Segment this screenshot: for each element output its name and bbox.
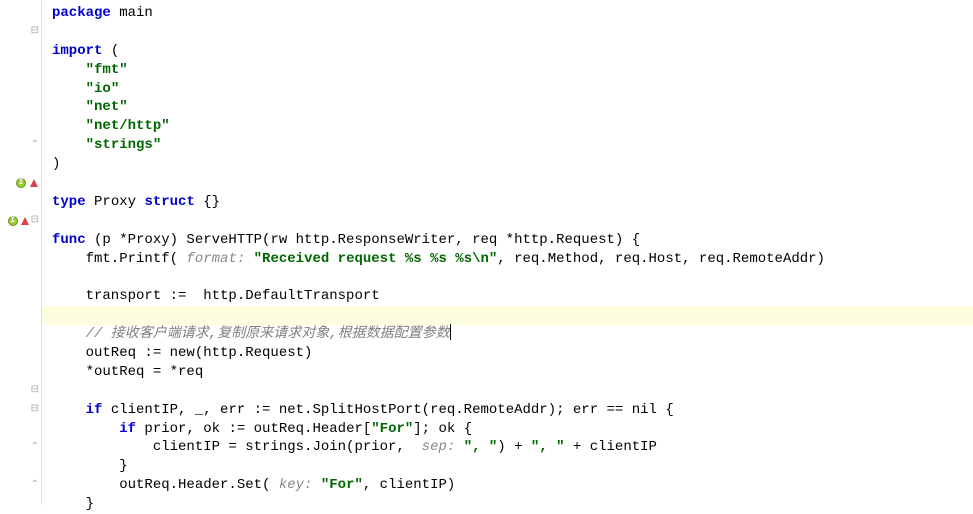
code-line[interactable]: clientIP = strings.Join(prior, sep: ", "… — [52, 438, 973, 457]
code-area[interactable]: package main import ( "fmt" "io" "net" "… — [42, 0, 973, 505]
code-line[interactable]: type Proxy struct {} — [52, 193, 973, 212]
override-up-icon[interactable] — [19, 215, 31, 227]
code-line[interactable]: if clientIP, _, err := net.SplitHostPort… — [52, 401, 973, 420]
code-line[interactable]: outReq := new(http.Request) — [52, 344, 973, 363]
code-line[interactable]: } — [52, 457, 973, 476]
fold-toggle-icon[interactable]: ⊟ — [31, 26, 39, 38]
fold-end-icon: ⌃ — [31, 441, 39, 455]
code-line[interactable]: *outReq = *req — [52, 363, 973, 382]
text-caret — [450, 324, 451, 340]
code-line[interactable]: import ( — [52, 42, 973, 61]
fold-end-icon: ⌃ — [31, 479, 39, 493]
code-editor[interactable]: ⊟ ⌃ I I ⊟ ⊟ ⊟ ⌃ ⌃ package main import ( … — [0, 0, 973, 505]
fold-toggle-icon[interactable]: ⊟ — [31, 385, 39, 397]
code-line[interactable]: outReq.Header.Set( key: "For", clientIP) — [52, 476, 973, 495]
fold-end-icon: ⌃ — [31, 139, 39, 153]
gutter: ⊟ ⌃ I I ⊟ ⊟ ⊟ ⌃ ⌃ — [0, 0, 42, 505]
code-line[interactable]: "net/http" — [52, 117, 973, 136]
override-up-icon[interactable] — [27, 177, 39, 189]
interface-indicator-icon[interactable]: I — [15, 177, 27, 189]
code-line[interactable]: "net" — [52, 98, 973, 117]
code-line[interactable]: if prior, ok := outReq.Header["For"]; ok… — [52, 420, 973, 439]
code-line[interactable]: package main — [52, 4, 973, 23]
interface-indicator-icon[interactable]: I — [7, 215, 19, 227]
code-line[interactable]: "fmt" — [52, 61, 973, 80]
code-line[interactable]: func (p *Proxy) ServeHTTP(rw http.Respon… — [52, 231, 973, 250]
code-line[interactable]: fmt.Printf( format: "Received request %s… — [52, 250, 973, 269]
code-line[interactable]: "io" — [52, 80, 973, 99]
fold-toggle-icon[interactable]: ⊟ — [31, 404, 39, 416]
current-line-highlight — [42, 306, 973, 325]
code-line[interactable]: transport := http.DefaultTransport — [52, 287, 973, 306]
code-line[interactable]: "strings" — [52, 136, 973, 155]
code-line[interactable]: ) — [52, 155, 973, 174]
code-line[interactable]: // 接收客户端请求,复制原来请求对象,根据数据配置参数 — [52, 325, 973, 344]
fold-toggle-icon[interactable]: ⊟ — [31, 215, 39, 227]
